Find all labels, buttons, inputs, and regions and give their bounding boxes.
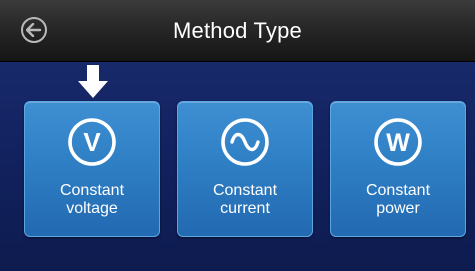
constant-current-button[interactable]: Constant current <box>177 101 313 237</box>
constant-voltage-label-line2: voltage <box>66 200 118 217</box>
sine-wave-circle-icon <box>221 118 269 166</box>
page-title: Method Type <box>173 18 302 43</box>
constant-voltage-label-line1: Constant <box>59 182 125 199</box>
constant-power-label-line1: Constant <box>365 182 431 199</box>
constant-power-label-line2: power <box>376 200 420 217</box>
down-arrow-icon <box>78 65 108 98</box>
svg-text:W: W <box>386 129 410 157</box>
constant-power-label: Constant power <box>331 182 465 218</box>
constant-voltage-button[interactable]: V Constant voltage <box>24 101 160 237</box>
constant-current-label-line2: current <box>220 200 270 217</box>
constant-current-label: Constant current <box>178 182 312 218</box>
constant-power-button[interactable]: W Constant power <box>330 101 466 237</box>
back-arrow-icon <box>26 23 42 37</box>
constant-current-label-line1: Constant <box>212 182 278 199</box>
method-type-screen: Method Type V Constant voltage Constant … <box>0 0 475 271</box>
voltage-circle-icon: V <box>68 118 116 166</box>
svg-text:V: V <box>83 127 101 157</box>
back-button[interactable] <box>21 17 47 43</box>
header-bar: Method Type <box>0 0 475 62</box>
watt-circle-icon: W <box>374 118 422 166</box>
constant-voltage-label: Constant voltage <box>25 182 159 218</box>
